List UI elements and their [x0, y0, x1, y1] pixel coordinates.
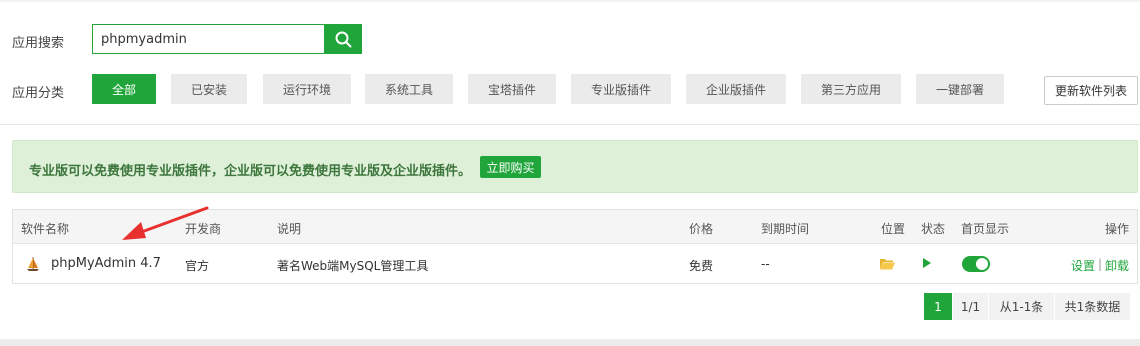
header-price: 价格 [689, 222, 714, 236]
folder-icon[interactable] [880, 258, 895, 270]
search-icon [335, 31, 351, 47]
header-operations: 操作 [1105, 222, 1130, 236]
phpmyadmin-logo-icon [27, 257, 39, 271]
settings-link[interactable]: 设置 [1071, 257, 1095, 274]
main-panel: 应用搜索 应用分类 全部 已安装 运行环境 系统工具 宝塔插件 专业版插件 企业… [0, 2, 1140, 339]
category-runtime[interactable]: 运行环境 [263, 74, 351, 104]
toggle-knob [976, 258, 988, 270]
header-name: 软件名称 [21, 222, 70, 236]
update-software-list-button[interactable]: 更新软件列表 [1044, 76, 1138, 105]
pagination: 1 1/1 从1-1条 共1条数据 [924, 293, 1130, 320]
table-row: phpMyAdmin 4.7 官方 著名Web端MySQL管理工具 免费 -- … [13, 244, 1137, 284]
category-installed[interactable]: 已安装 [171, 74, 247, 104]
operation-separator: | [1098, 257, 1103, 271]
buy-now-button[interactable]: 立即购买 [480, 156, 541, 178]
header-location: 位置 [881, 222, 906, 236]
page-total: 共1条数据 [1054, 293, 1130, 320]
play-icon[interactable] [922, 257, 932, 269]
bottom-strip [0, 339, 1140, 346]
category-bt-plugins[interactable]: 宝塔插件 [468, 74, 556, 104]
search-button[interactable] [324, 24, 362, 54]
category-one-click-deploy[interactable]: 一键部署 [916, 74, 1004, 104]
divider [0, 124, 1140, 125]
search-label: 应用搜索 [12, 36, 65, 51]
header-description: 说明 [277, 222, 302, 236]
header-homepage: 首页显示 [961, 222, 1010, 236]
page-count: 1/1 [952, 293, 988, 320]
category-label: 应用分类 [12, 86, 65, 101]
category-pro-plugins[interactable]: 专业版插件 [571, 74, 671, 104]
software-description: 著名Web端MySQL管理工具 [277, 259, 429, 273]
notice-banner: 专业版可以免费使用专业版插件，企业版可以免费使用专业版及企业版插件。 立即购买 [12, 140, 1138, 193]
notice-text: 专业版可以免费使用专业版插件，企业版可以免费使用专业版及企业版插件。 [29, 164, 472, 179]
software-name: phpMyAdmin 4.7 [51, 256, 161, 271]
search-input[interactable] [92, 24, 324, 54]
page-current[interactable]: 1 [924, 293, 952, 320]
software-developer: 官方 [185, 259, 210, 273]
header-developer: 开发商 [185, 222, 222, 236]
category-all[interactable]: 全部 [92, 74, 156, 104]
uninstall-link[interactable]: 卸载 [1105, 257, 1129, 274]
category-third-party[interactable]: 第三方应用 [801, 74, 901, 104]
software-price: 免费 [689, 259, 714, 273]
search-bar [92, 24, 362, 54]
category-system-tools[interactable]: 系统工具 [365, 74, 453, 104]
page-range: 从1-1条 [988, 293, 1054, 320]
table-header: 软件名称 开发商 说明 价格 到期时间 位置 状态 首页显示 操作 [13, 210, 1137, 244]
software-table: 软件名称 开发商 说明 价格 到期时间 位置 状态 首页显示 操作 phpMyA… [12, 209, 1138, 284]
header-expire: 到期时间 [761, 222, 810, 236]
header-status: 状态 [921, 222, 946, 236]
homepage-display-toggle[interactable] [962, 256, 990, 272]
category-enterprise-plugins[interactable]: 企业版插件 [686, 74, 786, 104]
software-expire: -- [761, 257, 770, 271]
